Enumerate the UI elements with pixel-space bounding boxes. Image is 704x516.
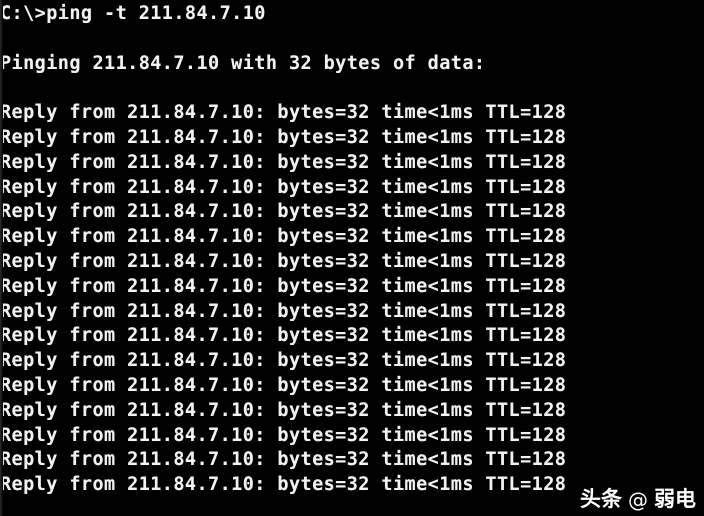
console-output-area[interactable]: C:\>ping -t 211.84.7.10 Pinging 211.84.7… bbox=[0, 0, 704, 516]
ping-reply-line: Reply from 211.84.7.10: bytes=32 time<1m… bbox=[0, 176, 567, 198]
ping-reply-line: Reply from 211.84.7.10: bytes=32 time<1m… bbox=[0, 275, 567, 297]
ping-reply-line: Reply from 211.84.7.10: bytes=32 time<1m… bbox=[0, 325, 567, 347]
ping-reply-line: Reply from 211.84.7.10: bytes=32 time<1m… bbox=[0, 226, 567, 248]
ping-reply-line: Reply from 211.84.7.10: bytes=32 time<1m… bbox=[0, 350, 567, 372]
ping-reply-line: Reply from 211.84.7.10: bytes=32 time<1m… bbox=[0, 424, 567, 446]
command-prompt-line: C:\>ping -t 211.84.7.10 bbox=[0, 3, 266, 24]
ping-reply-line: Reply from 211.84.7.10: bytes=32 time<1m… bbox=[0, 151, 567, 173]
ping-reply-line: Reply from 211.84.7.10: bytes=32 time<1m… bbox=[0, 126, 567, 148]
watermark-handle: 弱电 bbox=[654, 487, 696, 511]
watermark-at-symbol: @ bbox=[628, 487, 648, 512]
ping-reply-line: Reply from 211.84.7.10: bytes=32 time<1m… bbox=[0, 250, 567, 272]
ping-reply-line: Reply from 211.84.7.10: bytes=32 time<1m… bbox=[0, 201, 567, 223]
command-prompt-window: C:\>ping -t 211.84.7.10 Pinging 211.84.7… bbox=[0, 0, 704, 516]
ping-reply-line: Reply from 211.84.7.10: bytes=32 time<1m… bbox=[0, 449, 567, 471]
ping-reply-line: Reply from 211.84.7.10: bytes=32 time<1m… bbox=[0, 399, 567, 421]
ping-reply-line: Reply from 211.84.7.10: bytes=32 time<1m… bbox=[0, 300, 567, 322]
pinging-header-line: Pinging 211.84.7.10 with 32 bytes of dat… bbox=[0, 52, 486, 74]
watermark: 头条 @ 弱电 bbox=[580, 489, 696, 510]
watermark-logo-text: 头条 bbox=[580, 487, 622, 511]
ping-reply-line: Reply from 211.84.7.10: bytes=32 time<1m… bbox=[0, 374, 567, 396]
ping-reply-line: Reply from 211.84.7.10: bytes=32 time<1m… bbox=[0, 102, 567, 124]
